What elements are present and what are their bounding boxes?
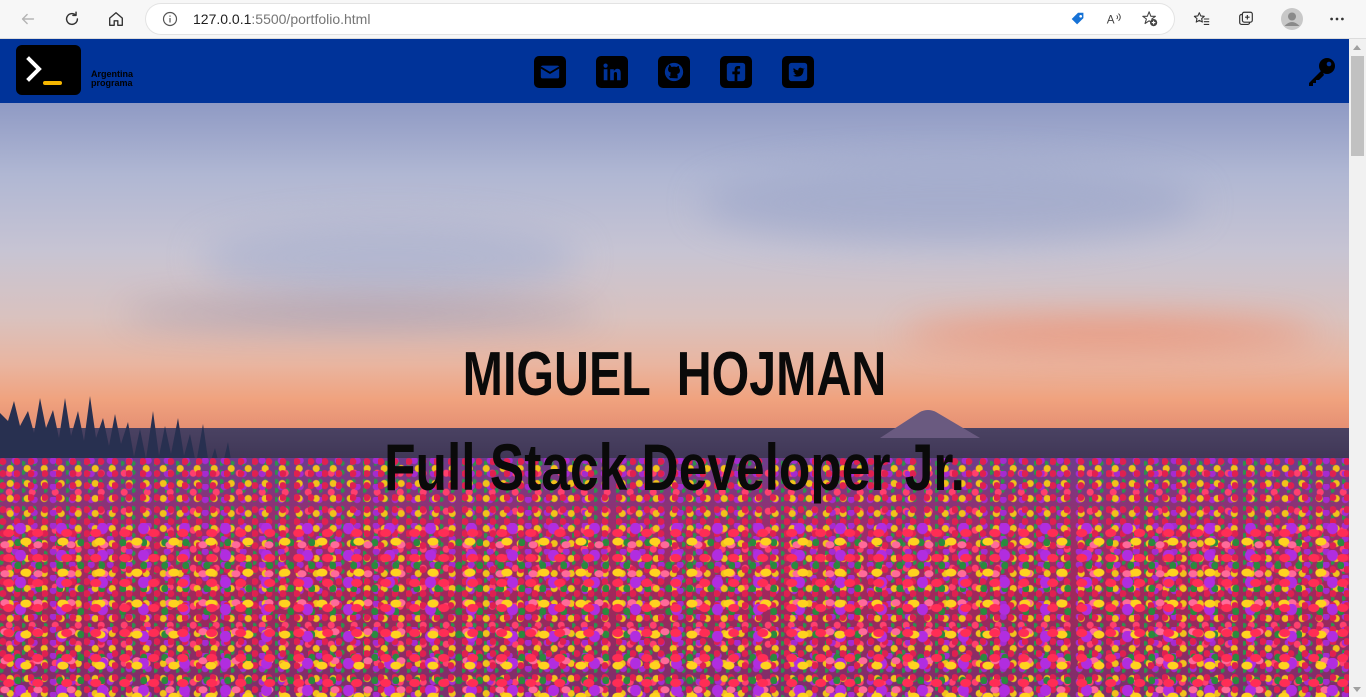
linkedin-icon[interactable] <box>596 56 628 88</box>
back-arrow-icon[interactable] <box>13 4 43 34</box>
browser-toolbar: 127.0.0.1:5500/portfolio.html A <box>0 0 1366 39</box>
hero-role: Full Stack Developer Jr. <box>384 430 965 504</box>
scrollbar-thumb[interactable] <box>1351 56 1364 156</box>
logo-text: Argentina programa <box>91 70 133 88</box>
cloud <box>120 303 600 325</box>
add-favorite-icon[interactable] <box>1140 9 1160 29</box>
site-navbar: Argentina programa <box>0 39 1349 103</box>
favorites-icon[interactable] <box>1187 4 1217 34</box>
url-path: :5500/portfolio.html <box>251 11 371 27</box>
argentina-programa-logo[interactable] <box>16 45 81 95</box>
hero-name: MIGUEL HOJMAN <box>462 340 887 409</box>
scroll-down-arrow-icon[interactable] <box>1353 687 1361 692</box>
refresh-icon[interactable] <box>57 4 87 34</box>
tag-icon[interactable] <box>1068 9 1088 29</box>
svg-text:A: A <box>1107 14 1115 27</box>
github-icon[interactable] <box>658 56 690 88</box>
cloud <box>200 223 580 293</box>
facebook-icon[interactable] <box>720 56 752 88</box>
profile-icon[interactable] <box>1277 4 1307 34</box>
vertical-scrollbar[interactable] <box>1349 39 1366 697</box>
twitter-icon[interactable] <box>782 56 814 88</box>
logo-line-2: programa <box>91 78 133 88</box>
email-icon[interactable] <box>534 56 566 88</box>
url-text[interactable]: 127.0.0.1:5500/portfolio.html <box>193 11 370 27</box>
more-icon[interactable] <box>1322 4 1352 34</box>
url-host: 127.0.0.1 <box>193 11 252 27</box>
info-icon[interactable] <box>162 11 178 27</box>
scroll-up-arrow-icon[interactable] <box>1353 45 1361 50</box>
home-icon[interactable] <box>101 4 131 34</box>
collections-icon[interactable] <box>1231 4 1261 34</box>
tulip-field-foreground <box>0 523 1349 697</box>
address-bar[interactable]: 127.0.0.1:5500/portfolio.html A <box>146 4 1174 34</box>
key-icon[interactable] <box>1305 55 1339 89</box>
cloud <box>700 163 1200 243</box>
read-aloud-icon[interactable]: A <box>1104 9 1124 29</box>
hero-banner: MIGUEL HOJMAN Full Stack Developer Jr. <box>0 103 1349 697</box>
